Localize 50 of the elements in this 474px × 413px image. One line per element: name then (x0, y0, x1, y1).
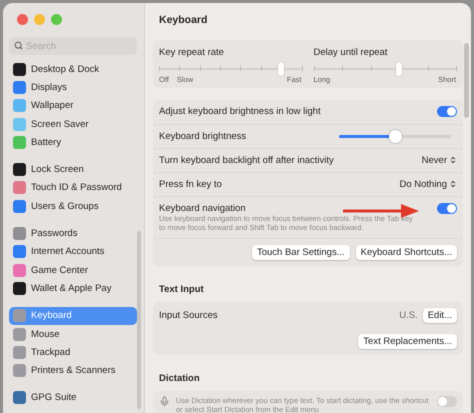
sidebar-item[interactable]: Mouse (9, 324, 137, 344)
setting-label: Delay until repeat (314, 46, 388, 58)
setting-label: Key repeat rate (159, 46, 225, 58)
toggle-switch[interactable] (437, 202, 457, 214)
up-down-chevron-icon (449, 156, 457, 164)
minimize-window-button[interactable] (34, 14, 45, 25)
toggle-switch[interactable] (437, 396, 457, 407)
setting-label: Adjust keyboard brightness in low light (159, 106, 321, 117)
edit-button[interactable]: Edit... (422, 308, 457, 322)
page-title: Keyboard (158, 14, 208, 28)
sidebar-item[interactable]: Battery (9, 133, 137, 152)
sidebar-item[interactable]: Wallpaper (9, 96, 137, 115)
setting-label: Press fn key to (159, 178, 222, 190)
sidebar-item[interactable]: Users & Groups (9, 197, 137, 216)
slider-thumb[interactable] (389, 130, 402, 142)
popup-menu[interactable]: Do Nothing (399, 178, 457, 190)
search-icon (14, 41, 23, 50)
sidebar-item[interactable]: Trackpad (9, 343, 137, 362)
settings-button[interactable]: Touch Bar Settings... (252, 245, 350, 260)
sidebar-item[interactable]: Desktop & Dock (9, 60, 137, 78)
microphone-icon (159, 396, 170, 407)
toggle-switch[interactable] (437, 106, 457, 117)
popup-menu[interactable]: Never (422, 154, 457, 166)
scrollbar[interactable] (464, 43, 469, 118)
setting-label: Keyboard navigation (159, 202, 246, 214)
settings-button[interactable]: Keyboard Shortcuts... (356, 245, 457, 260)
slider[interactable] (159, 62, 302, 74)
section-heading: Dictation (158, 373, 201, 384)
sidebar-item[interactable]: Lock Screen (9, 160, 137, 179)
slider-thumb[interactable] (278, 62, 284, 76)
close-window-button[interactable] (17, 14, 28, 25)
zoom-window-button[interactable] (51, 14, 62, 25)
sidebar-item[interactable]: Displays (9, 78, 137, 97)
setting-label: Turn keyboard backlight off after inactivity (159, 154, 334, 166)
setting-label: Keyboard brightness (159, 130, 246, 142)
sidebar-item[interactable]: Wallet & Apple Pay (9, 279, 137, 298)
setting-value: U.S. (399, 310, 418, 320)
sidebar-item[interactable]: Internet Accounts (9, 242, 137, 261)
sidebar-item[interactable]: Passwords (9, 224, 137, 243)
text-replacements-button[interactable]: Text Replacements... (358, 334, 457, 349)
up-down-chevron-icon (449, 180, 457, 188)
sidebar-item[interactable]: Screen Saver (9, 114, 137, 134)
sidebar-item[interactable]: GPG Suite (9, 388, 137, 408)
slider[interactable] (314, 62, 456, 74)
sidebar-item[interactable]: Touch ID & Password (9, 178, 137, 198)
sidebar-item[interactable]: Printers & Scanners (9, 361, 137, 380)
slider-thumb[interactable] (396, 62, 402, 76)
section-heading: Text Input (158, 284, 205, 295)
setting-label: Input Sources (159, 310, 218, 320)
sidebar-item[interactable]: Game Center (9, 260, 137, 280)
